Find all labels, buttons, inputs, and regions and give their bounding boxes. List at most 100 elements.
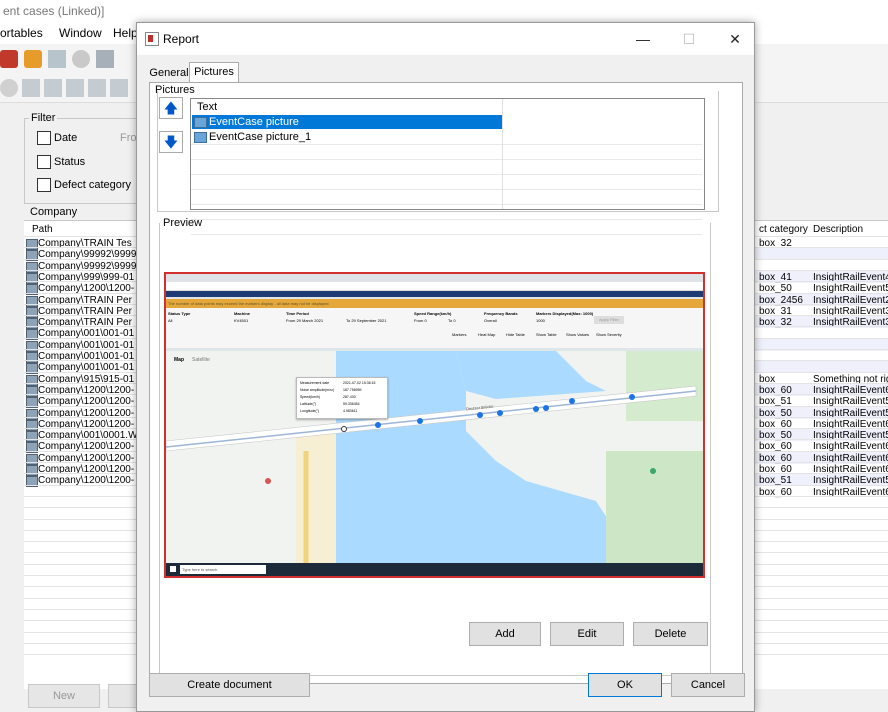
minimize-icon[interactable]: — xyxy=(621,23,665,55)
poi-marker xyxy=(265,478,271,484)
company-icon xyxy=(26,262,38,273)
description-header: Description xyxy=(813,224,864,235)
filter-speed: Speed Range(km/h) xyxy=(414,311,452,316)
tab-pictures[interactable]: Pictures xyxy=(189,62,239,83)
toggle-show-table: Show Table xyxy=(536,332,557,337)
warning-bar: The number of data points may exceed the… xyxy=(166,299,703,308)
tool-icon-orange[interactable] xyxy=(24,50,42,68)
filter-strip: Status Type Machine Time Period Speed Ra… xyxy=(166,308,703,348)
grid-icon-4[interactable] xyxy=(88,79,106,97)
list-grid-line xyxy=(191,189,702,190)
toggle-show-values: Show Values xyxy=(566,332,590,337)
popup-value: 4.983611 xyxy=(343,409,358,413)
status-label: Status xyxy=(54,156,86,168)
green-area xyxy=(606,451,703,563)
grid-icon-5[interactable] xyxy=(110,79,128,97)
stopwatch-icon[interactable] xyxy=(72,50,90,68)
defect-checkbox[interactable] xyxy=(37,178,51,192)
list-grid-line xyxy=(191,174,702,175)
route-marker xyxy=(417,418,423,424)
pictures-list: Text EventCase picture EventCase picture… xyxy=(190,98,705,235)
list-grid-line xyxy=(191,144,702,145)
grid-icon-2[interactable] xyxy=(44,79,62,97)
company-icon xyxy=(26,409,38,420)
dialog-title: Report xyxy=(163,32,200,46)
company-icon xyxy=(26,307,38,318)
map-tab-satellite: Satellite xyxy=(192,357,210,363)
route-marker xyxy=(497,410,503,416)
menu-portables[interactable]: ortables xyxy=(0,26,43,40)
map-drawing xyxy=(166,351,703,563)
company-icon xyxy=(26,465,38,476)
defect-label: Defect category xyxy=(54,179,132,191)
toggle-show-severity: Show Severity xyxy=(596,332,622,337)
tab-general[interactable]: General xyxy=(149,64,189,82)
grid-icon-3[interactable] xyxy=(66,79,84,97)
menu-window[interactable]: Window xyxy=(59,26,102,40)
route-marker xyxy=(629,394,635,400)
taskbar-search: Type here to search xyxy=(180,565,266,574)
river-north xyxy=(456,351,606,399)
marker-popup: Measurement date 2021-07-02 15:36:15 Noise… xyxy=(296,377,388,419)
list-header-text: Text xyxy=(197,101,218,113)
chart-icon[interactable] xyxy=(96,50,114,68)
cancel-button[interactable]: Cancel xyxy=(671,673,745,697)
popup-key: Measurement date xyxy=(300,381,330,385)
company-icon xyxy=(26,386,38,397)
poi-marker xyxy=(650,468,656,474)
list-item[interactable]: EventCase picture_1 xyxy=(192,130,703,144)
selected-marker xyxy=(341,426,347,432)
filter-status-type: Status Type xyxy=(168,311,191,316)
company-icon xyxy=(26,375,38,386)
move-down-button[interactable]: 🡇 xyxy=(159,131,183,153)
date-checkbox[interactable] xyxy=(37,131,51,145)
value-frequency: Overall xyxy=(484,318,497,323)
company-icon xyxy=(26,296,38,307)
ok-button[interactable]: OK xyxy=(588,673,662,697)
filter-time-period: Time Period xyxy=(286,311,309,316)
tool-icon-grey[interactable] xyxy=(48,50,66,68)
popup-value: 2021-07-02 15:36:15 xyxy=(343,381,376,385)
route-marker xyxy=(533,406,539,412)
route-marker xyxy=(569,398,575,404)
close-icon[interactable]: ✕ xyxy=(713,23,757,55)
create-document-button[interactable]: Create document xyxy=(149,673,310,697)
company-icon xyxy=(26,420,38,431)
app-header-strip xyxy=(166,291,703,297)
value-from: From 29 March 2021 xyxy=(286,318,324,323)
popup-key: Speed(km/h) xyxy=(300,395,321,399)
timer-icon[interactable] xyxy=(0,79,18,97)
preview-picture: The number of data points may exceed the… xyxy=(164,272,705,578)
maximize-icon[interactable]: ☐ xyxy=(667,23,711,55)
category-header: ct category xyxy=(759,224,808,235)
picture-icon xyxy=(194,117,207,128)
delete-button[interactable]: Delete xyxy=(633,622,708,646)
tool-icon-red[interactable] xyxy=(0,50,18,68)
move-up-button[interactable]: 🡅 xyxy=(159,97,183,119)
apply-filter-button: Apply Filter xyxy=(594,316,624,324)
map-tab-map: Map xyxy=(174,357,184,363)
date-label: Date xyxy=(54,132,78,144)
grid-icon-1[interactable] xyxy=(22,79,40,97)
browser-address-bar xyxy=(166,282,703,291)
value-status: All xyxy=(168,318,173,323)
app-title-bar: ent cases (Linked)] xyxy=(0,0,888,22)
list-grid-line xyxy=(191,159,702,160)
edit-button[interactable]: Edit xyxy=(550,622,624,646)
picture-icon xyxy=(194,132,207,143)
menu-help[interactable]: Help xyxy=(113,26,138,40)
list-item-label: EventCase picture xyxy=(209,116,299,128)
toggle-hide-table: Hide Table xyxy=(506,332,525,337)
route-marker xyxy=(477,412,483,418)
company-icon xyxy=(26,239,38,250)
new-button[interactable]: New xyxy=(28,684,100,708)
app-title: ent cases (Linked)] xyxy=(3,4,105,18)
filter-machine: Machine xyxy=(234,311,251,316)
add-button[interactable]: Add xyxy=(469,622,541,646)
popup-key: Noise amplitude(m/s²) xyxy=(300,388,335,392)
list-item-selected[interactable]: EventCase picture xyxy=(192,115,503,129)
status-checkbox[interactable] xyxy=(37,155,51,169)
path-header: Path xyxy=(32,224,53,235)
value-machine: KV4501 xyxy=(234,318,249,323)
toggle-markers: Markers xyxy=(452,332,467,337)
